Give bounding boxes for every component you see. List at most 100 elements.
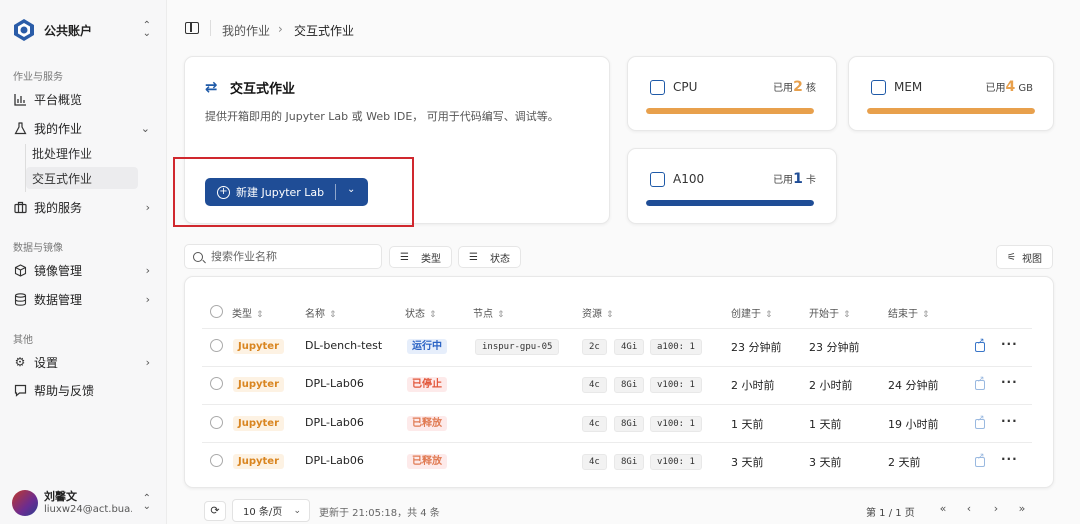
job-name[interactable]: DL-bench-test (305, 339, 382, 352)
resource-bar-fill (867, 108, 1035, 114)
column-header-ended[interactable]: 结束于 ⇕ (888, 305, 930, 320)
sidebar-item-label: 数据管理 (34, 292, 83, 307)
database-icon (12, 291, 28, 307)
section-label-data: 数据与镜像 (13, 243, 63, 254)
refresh-button[interactable]: ⟳ (204, 501, 226, 521)
external-link-icon[interactable] (975, 375, 985, 390)
ended-time: 2 天前 (888, 456, 921, 469)
message-icon (12, 382, 28, 398)
sidebar-item-settings[interactable]: ⚙ 设置 › (8, 350, 158, 374)
search-icon (193, 251, 203, 262)
view-button[interactable]: ⚟ 视图 (996, 245, 1053, 269)
user-menu[interactable]: 刘馨文 liuxw24@act.bua... ⌃ ⌄ (12, 488, 157, 518)
status-badge: 运行中 (407, 339, 447, 354)
row-checkbox[interactable] (210, 454, 223, 467)
type-badge: Jupyter (233, 377, 285, 392)
sidebar-subitem-interactive-jobs[interactable]: 交互式作业 (26, 167, 138, 189)
column-header-type[interactable]: 类型 ⇕ (232, 305, 264, 320)
sidebar-item-label: 我的服务 (34, 200, 83, 215)
filter-status-label: 状态 (489, 253, 510, 265)
resource-chip-mem: 8Gi (614, 454, 645, 470)
job-name[interactable]: DPL-Lab06 (305, 454, 364, 467)
sidebar-item-overview[interactable]: 平台概览 (8, 87, 158, 111)
column-header-created[interactable]: 创建于 ⇕ (731, 305, 773, 320)
memory-icon (871, 80, 886, 95)
sidebar-item-my-jobs[interactable]: 我的作业 ⌄ (8, 116, 158, 140)
sidebar-item-data[interactable]: 数据管理 › (8, 287, 158, 311)
job-name[interactable]: DPL-Lab06 (305, 416, 364, 429)
sidebar-toggle-icon[interactable] (185, 22, 199, 34)
row-divider (202, 366, 1032, 367)
chevron-down-icon: ⌄ (140, 121, 150, 135)
sidebar-subitem-batch-jobs[interactable]: 批处理作业 (26, 142, 138, 164)
user-email: liuxw24@act.bua... (44, 504, 132, 515)
started-time: 2 小时前 (809, 379, 853, 392)
filter-status-button[interactable]: ☰ 状态 (458, 246, 521, 268)
breadcrumb-current: 交互式作业 (294, 24, 355, 38)
resource-bar-fill (646, 108, 814, 114)
column-header-node[interactable]: 节点 ⇕ (473, 305, 505, 320)
filter-type-label: 类型 (420, 253, 441, 265)
created-time: 2 小时前 (731, 379, 775, 392)
column-header-name[interactable]: 名称 ⇕ (305, 305, 337, 320)
column-header-started[interactable]: 开始于 ⇕ (809, 305, 851, 320)
external-link-icon[interactable] (975, 337, 985, 352)
more-options-icon[interactable]: ··· (1001, 337, 1018, 351)
select-all-checkbox[interactable] (210, 305, 223, 318)
row-checkbox[interactable] (210, 339, 223, 352)
search-input[interactable] (211, 250, 371, 263)
next-page-icon[interactable]: › (987, 501, 1005, 519)
resource-bar-fill (646, 200, 814, 206)
resource-name: CPU (673, 80, 698, 94)
ended-time: 24 分钟前 (888, 379, 939, 392)
last-page-icon[interactable]: » (1013, 501, 1031, 519)
more-options-icon[interactable]: ··· (1001, 375, 1018, 389)
first-page-icon[interactable]: « (934, 501, 952, 519)
created-time: 23 分钟前 (731, 341, 782, 354)
sidebar-item-help[interactable]: 帮助与反馈 (8, 378, 158, 402)
external-link-icon[interactable] (975, 414, 985, 429)
row-checkbox[interactable] (210, 416, 223, 429)
chevron-right-icon: › (145, 355, 150, 369)
user-name: 刘馨文 (44, 490, 77, 503)
resource-usage: 已用4 GB (985, 79, 1033, 95)
external-link-icon[interactable] (975, 452, 985, 467)
resource-chip-cpu: 2c (582, 339, 607, 355)
sidebar-item-label: 平台概览 (34, 92, 83, 107)
resource-chip-cpu: 4c (582, 416, 607, 432)
type-badge: Jupyter (233, 454, 285, 469)
node-chip: inspur-gpu-05 (475, 339, 560, 355)
started-time: 1 天前 (809, 418, 842, 431)
resource-chip-mem: 4Gi (614, 339, 645, 355)
column-header-status[interactable]: 状态 ⇕ (405, 305, 437, 320)
account-switcher[interactable]: 公共账户 ⌃ ⌄ (12, 16, 157, 44)
filter-type-button[interactable]: ☰ 类型 (389, 246, 452, 268)
page-size-label: 10 条/页 (243, 507, 283, 518)
pagination-bar: ⟳ 10 条/页 ⌄ 更新于 21:05:18，共 4 条 第 1 / 1 页 … (184, 498, 1054, 524)
created-time: 3 天前 (731, 456, 764, 469)
search-box[interactable] (184, 244, 382, 269)
started-time: 23 分钟前 (809, 341, 860, 354)
resource-card-mem: MEM 已用4 GB (848, 56, 1054, 131)
more-options-icon[interactable]: ··· (1001, 452, 1018, 466)
resource-name: MEM (894, 80, 923, 94)
column-header-resources[interactable]: 资源 ⇕ (582, 305, 614, 320)
chevron-right-icon: › (145, 292, 150, 306)
row-divider (202, 328, 1032, 329)
breadcrumb-my-jobs[interactable]: 我的作业 (222, 22, 270, 39)
sliders-icon: ⚟ (1007, 251, 1016, 263)
status-badge: 已释放 (407, 416, 447, 431)
job-name[interactable]: DPL-Lab06 (305, 377, 364, 390)
type-badge: Jupyter (233, 416, 285, 431)
sidebar-item-my-services[interactable]: 我的服务 › (8, 195, 158, 219)
resource-bar (646, 200, 814, 206)
swap-arrows-icon: ⇄ (205, 78, 218, 96)
sidebar-item-images[interactable]: 镜像管理 › (8, 258, 158, 282)
resource-usage: 已用1 卡 (773, 171, 816, 187)
chevron-right-icon: › (145, 263, 150, 277)
page-size-select[interactable]: 10 条/页 ⌄ (232, 499, 310, 522)
prev-page-icon[interactable]: ‹ (960, 501, 978, 519)
row-checkbox[interactable] (210, 377, 223, 390)
more-options-icon[interactable]: ··· (1001, 414, 1018, 428)
ended-time: 19 小时前 (888, 418, 939, 431)
